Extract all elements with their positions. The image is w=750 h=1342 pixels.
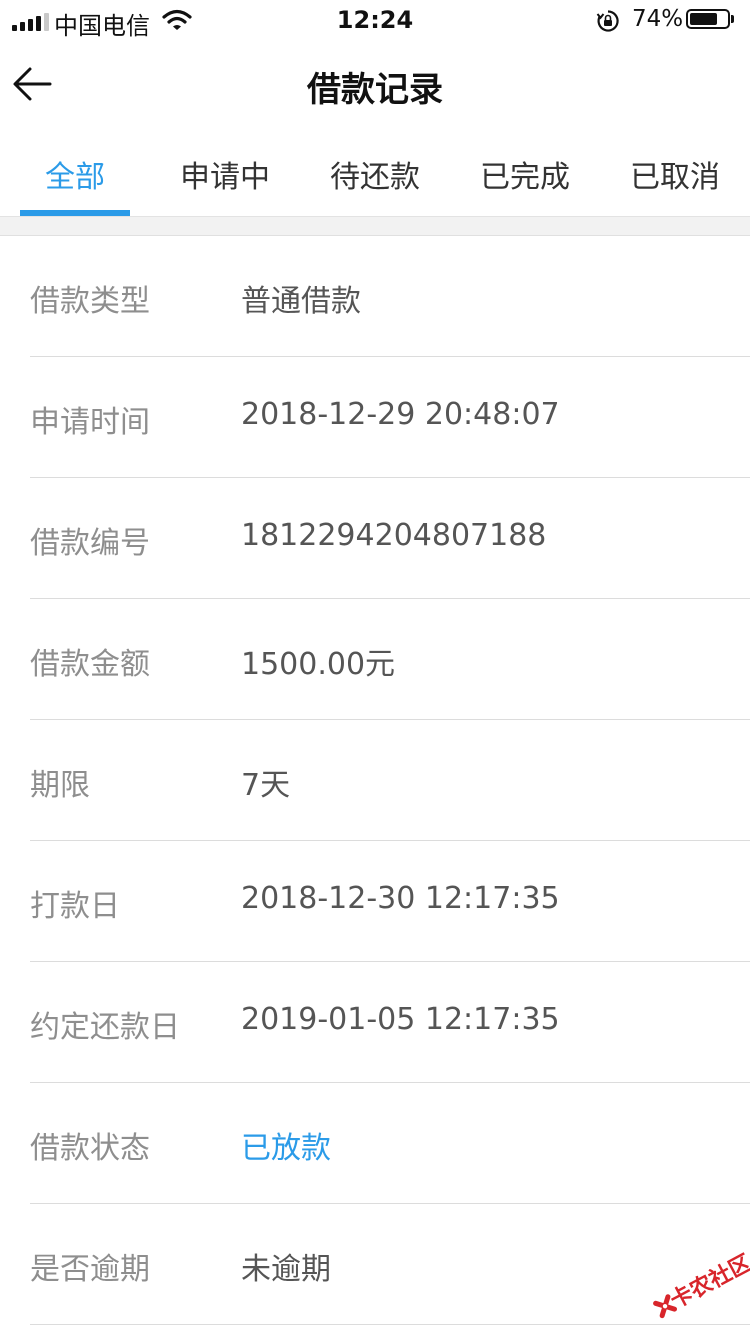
navigation-bar: 借款记录 — [0, 40, 750, 130]
battery-nub — [731, 15, 734, 23]
orientation-lock-icon — [596, 10, 619, 32]
detail-row-loan-status: 借款状态 已放款 — [30, 1083, 750, 1204]
detail-row-overdue: 是否逾期 未逾期 — [30, 1204, 750, 1325]
battery-percent: 74% — [632, 6, 684, 32]
detail-value: 1812294204807188 — [241, 518, 547, 553]
detail-value: 2019-01-05 12:17:35 — [241, 1002, 560, 1037]
detail-value: 2018-12-29 20:48:07 — [241, 397, 560, 432]
detail-value: 2018-12-30 12:17:35 — [241, 881, 560, 916]
detail-label: 约定还款日 — [30, 1010, 180, 1045]
battery-icon — [686, 9, 730, 29]
detail-label: 申请时间 — [30, 405, 150, 440]
status-badge: 已放款 — [241, 1131, 331, 1166]
detail-row-apply-time: 申请时间 2018-12-29 20:48:07 — [30, 357, 750, 478]
detail-label: 借款类型 — [30, 284, 150, 319]
tab-cancelled[interactable]: 已取消 — [600, 152, 750, 196]
status-bar: 中国电信 12:24 74% — [0, 0, 750, 40]
detail-value: 未逾期 — [241, 1252, 331, 1287]
status-tabs: 全部 申请中 待还款 已完成 已取消 — [0, 130, 750, 216]
detail-value: 普通借款 — [241, 284, 361, 319]
tab-completed[interactable]: 已完成 — [450, 152, 600, 196]
detail-value: 1500.00元 — [241, 647, 396, 682]
detail-row-loan-amount: 借款金额 1500.00元 — [30, 599, 750, 720]
detail-row-due-date: 约定还款日 2019-01-05 12:17:35 — [30, 962, 750, 1083]
loan-detail-list: 借款类型 普通借款 申请时间 2018-12-29 20:48:07 借款编号 … — [0, 236, 750, 1325]
detail-label: 借款编号 — [30, 526, 150, 561]
tab-all[interactable]: 全部 — [0, 152, 150, 196]
detail-row-term: 期限 7天 — [30, 720, 750, 841]
tab-applying[interactable]: 申请中 — [150, 152, 300, 196]
detail-value: 7天 — [241, 768, 291, 803]
detail-label: 是否逾期 — [30, 1252, 150, 1287]
tab-pending-repayment[interactable]: 待还款 — [300, 152, 450, 196]
detail-label: 借款状态 — [30, 1131, 150, 1166]
battery-level-fill — [690, 13, 717, 25]
detail-label: 借款金额 — [30, 647, 150, 682]
detail-row-disbursement-date: 打款日 2018-12-30 12:17:35 — [30, 841, 750, 962]
detail-row-loan-type: 借款类型 普通借款 — [30, 236, 750, 357]
detail-label: 打款日 — [30, 889, 120, 924]
detail-label: 期限 — [30, 768, 90, 803]
section-separator — [0, 216, 750, 236]
page-title: 借款记录 — [307, 70, 443, 110]
detail-row-loan-number: 借款编号 1812294204807188 — [30, 478, 750, 599]
